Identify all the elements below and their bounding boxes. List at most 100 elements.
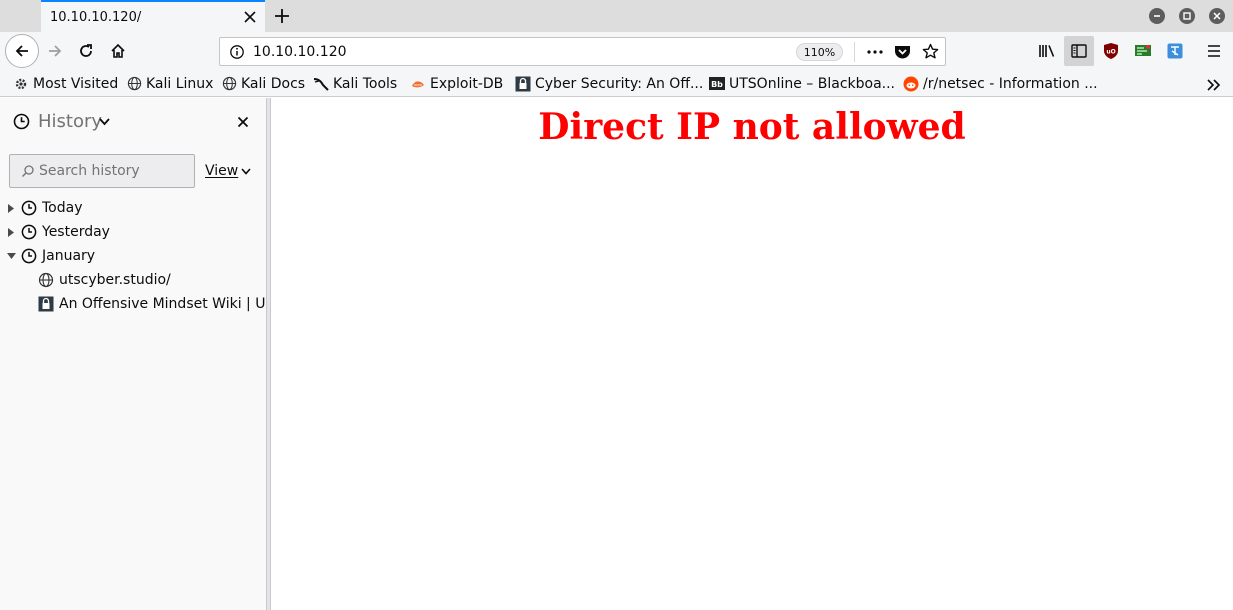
chevron-down-icon	[241, 167, 251, 175]
navigation-toolbar: 10.10.10.120 110% uO	[0, 32, 1233, 70]
bookmark-label: /r/netsec - Information ...	[923, 75, 1098, 92]
history-group-label: Today	[42, 200, 83, 216]
bookmarks-overflow-button[interactable]	[1205, 75, 1221, 94]
globe-icon	[221, 76, 237, 92]
svg-text:uO: uO	[1106, 49, 1115, 56]
url-bar[interactable]: 10.10.10.120 110%	[219, 37, 946, 66]
history-group-label: Yesterday	[42, 224, 110, 240]
sidebar-icon	[1071, 44, 1087, 58]
reddit-icon	[903, 76, 919, 92]
bookmark-label: Cyber Security: An Off...	[535, 75, 704, 92]
blackboard-icon: Bb	[709, 76, 725, 92]
extension-button[interactable]	[1128, 36, 1158, 66]
tab-strip: 10.10.10.120/	[0, 0, 1233, 32]
zoom-level-button[interactable]: 110%	[796, 43, 843, 61]
bookmark-exploit-db[interactable]: Exploit-DB	[410, 74, 503, 93]
bookmark-reddit-netsec[interactable]: /r/netsec - Information ...	[903, 74, 1098, 93]
view-label: View	[205, 163, 239, 179]
history-entry-label: An Offensive Mindset Wiki | U...	[59, 296, 279, 312]
search-history-input[interactable]: Search history	[9, 154, 195, 188]
gear-icon	[13, 76, 29, 92]
bookmark-most-visited[interactable]: Most Visited	[13, 74, 118, 93]
bookmark-cyber-security[interactable]: Cyber Security: An Off...	[515, 74, 703, 93]
arrow-left-icon	[15, 45, 28, 57]
search-placeholder: Search history	[39, 163, 140, 179]
triangle-right-icon[interactable]	[6, 227, 16, 237]
bookmark-kali-linux[interactable]: Kali Linux	[126, 74, 213, 93]
bookmark-label: UTSOnline – Blackboa...	[729, 75, 896, 92]
info-icon[interactable]	[229, 44, 245, 60]
clock-icon	[21, 200, 37, 216]
home-button[interactable]	[103, 36, 133, 66]
globe-icon	[126, 76, 142, 92]
close-window-button[interactable]	[1209, 8, 1225, 24]
bookmarks-toolbar: Most Visited Kali Linux Kali Docs Kali T…	[0, 70, 1233, 97]
lock-site-icon	[38, 296, 54, 312]
svg-text:Bb: Bb	[711, 80, 723, 89]
bookmark-label: Kali Docs	[241, 75, 306, 92]
history-group-label: January	[42, 248, 96, 264]
clock-icon	[13, 113, 30, 130]
reload-icon	[80, 44, 92, 57]
globe-icon	[38, 272, 54, 288]
library-icon	[1039, 45, 1055, 57]
bookmark-label: Kali Linux	[146, 75, 214, 92]
library-button[interactable]	[1032, 36, 1062, 66]
triangle-down-icon[interactable]	[6, 251, 16, 261]
lock-site-icon	[515, 76, 531, 92]
minimize-button[interactable]	[1149, 8, 1165, 24]
menu-button[interactable]	[1199, 36, 1229, 66]
view-menu-button[interactable]: View	[205, 163, 251, 179]
history-group-yesterday[interactable]: Yesterday	[6, 221, 110, 243]
sidebar-toggle-button[interactable]	[1064, 36, 1094, 66]
url-text[interactable]: 10.10.10.120	[253, 44, 347, 60]
bookmark-kali-docs[interactable]: Kali Docs	[221, 74, 305, 93]
tab-close-button[interactable]	[235, 2, 265, 32]
bookmark-label: Kali Tools	[333, 75, 398, 92]
reload-button[interactable]	[71, 36, 101, 66]
translate-icon	[1167, 43, 1183, 59]
maximize-icon	[1183, 12, 1191, 20]
tab-title: 10.10.10.120/	[50, 9, 142, 25]
clock-icon	[21, 248, 37, 264]
forward-button[interactable]	[40, 36, 70, 66]
history-group-today[interactable]: Today	[6, 197, 83, 219]
history-entry[interactable]: An Offensive Mindset Wiki | U...	[38, 293, 279, 315]
translate-button[interactable]	[1160, 36, 1190, 66]
extension-icon	[1135, 45, 1151, 56]
sidebar-header: History	[0, 98, 266, 146]
page-actions-icon[interactable]	[866, 44, 884, 60]
page-content: Direct IP not allowed	[271, 98, 1233, 610]
tab-active[interactable]: 10.10.10.120/	[41, 0, 265, 32]
pocket-icon[interactable]	[894, 44, 911, 60]
hamburger-menu-icon	[1208, 45, 1220, 57]
exploit-db-icon	[410, 76, 426, 92]
close-icon[interactable]	[237, 116, 249, 128]
new-tab-button[interactable]	[268, 0, 296, 32]
back-button[interactable]	[5, 34, 39, 68]
maximize-button[interactable]	[1179, 8, 1195, 24]
bookmark-label: Most Visited	[33, 75, 119, 92]
chevron-down-icon[interactable]	[99, 118, 110, 126]
bookmark-kali-tools[interactable]: Kali Tools	[313, 74, 397, 93]
url-bar-separator	[854, 42, 855, 62]
history-entry-label: utscyber.studio/	[59, 272, 171, 288]
close-icon	[1213, 12, 1221, 20]
triangle-right-icon[interactable]	[6, 203, 16, 213]
sidebar-title[interactable]: History	[38, 111, 102, 132]
history-group-january[interactable]: January	[6, 245, 95, 267]
star-icon[interactable]	[922, 43, 939, 60]
bookmark-utsonline[interactable]: Bb UTSOnline – Blackboa...	[709, 74, 895, 93]
clock-icon	[21, 224, 37, 240]
page-headline: Direct IP not allowed	[538, 106, 966, 148]
minimize-icon	[1154, 15, 1160, 17]
ublock-origin-button[interactable]: uO	[1096, 36, 1126, 66]
ublock-origin-icon: uO	[1104, 43, 1118, 59]
chevron-double-right-icon	[1207, 78, 1221, 91]
search-icon	[22, 165, 34, 177]
plus-icon	[275, 9, 289, 23]
history-entry[interactable]: utscyber.studio/	[38, 269, 171, 291]
close-icon	[244, 11, 256, 23]
bookmark-label: Exploit-DB	[430, 75, 504, 92]
history-sidebar: History Search history View Today Yester…	[0, 98, 279, 610]
